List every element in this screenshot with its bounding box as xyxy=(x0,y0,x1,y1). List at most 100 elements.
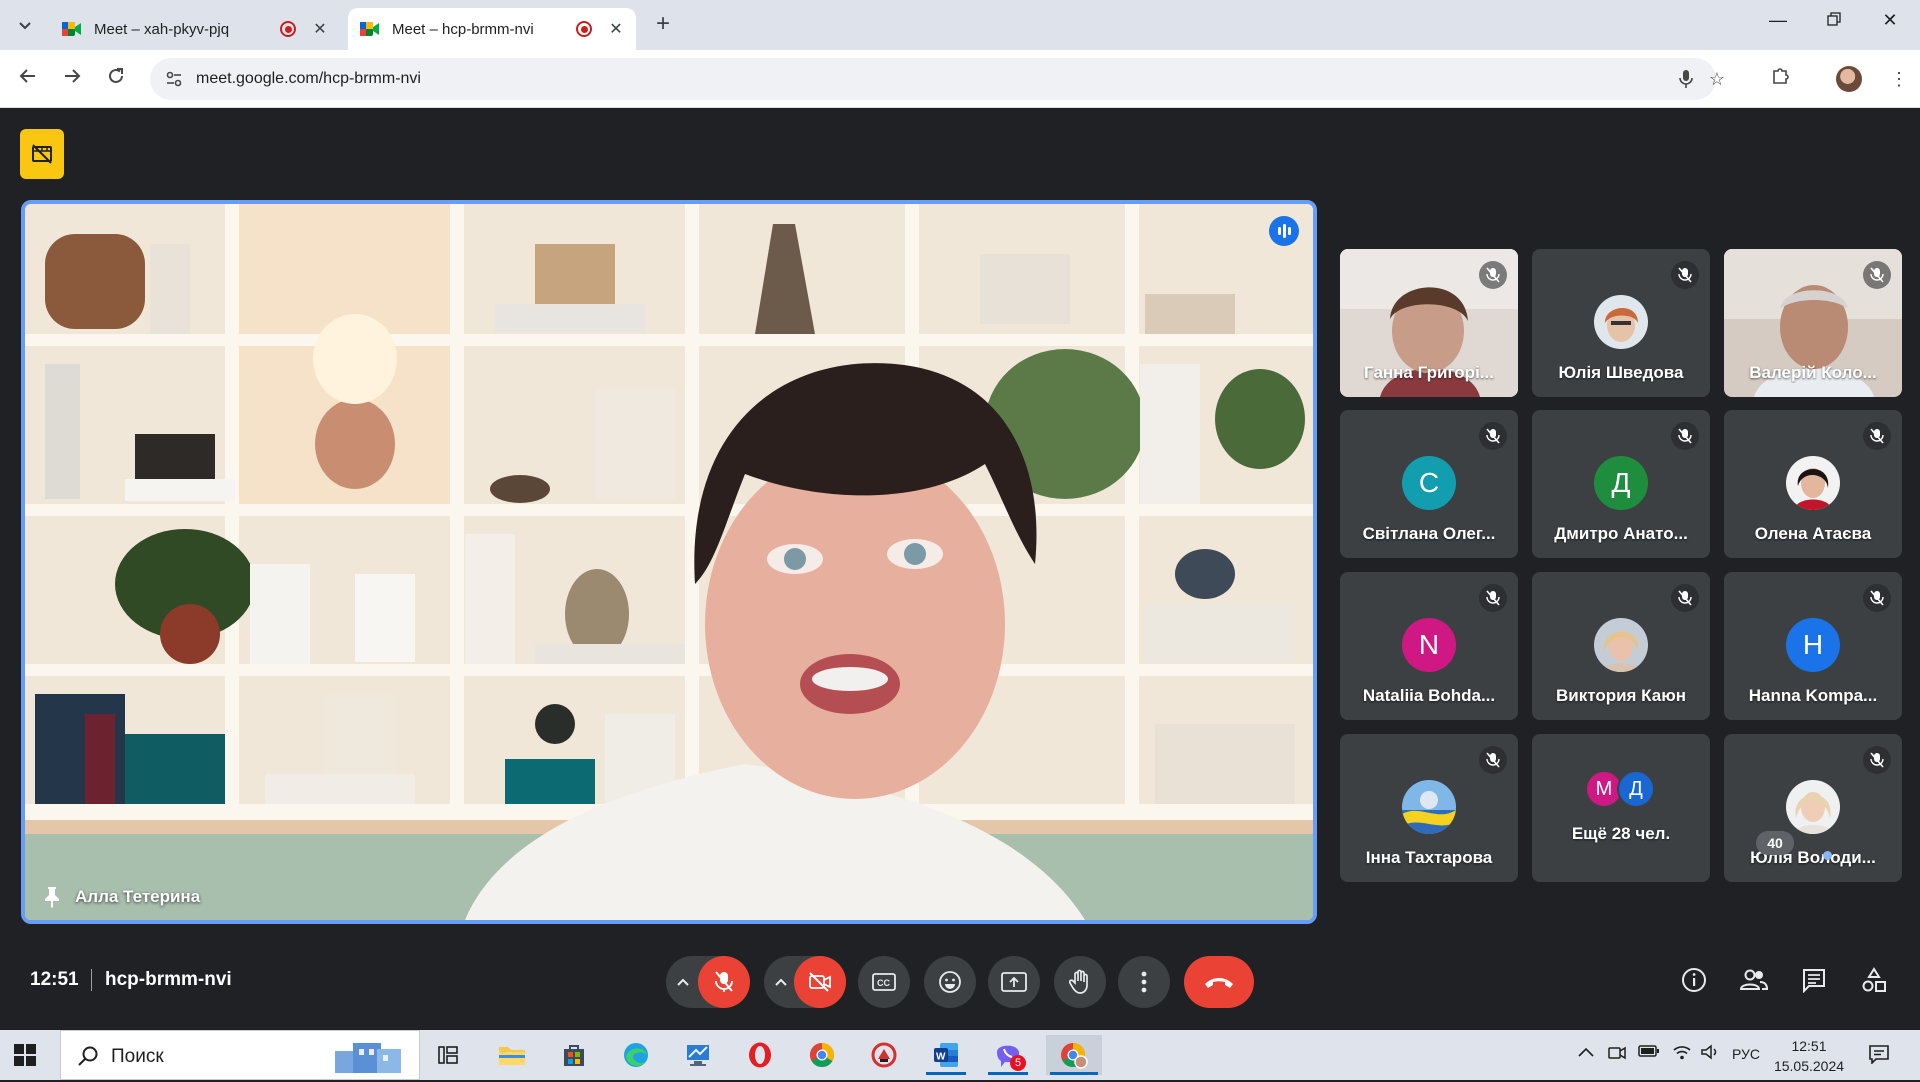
raise-hand-icon xyxy=(1069,969,1088,994)
new-tab-button[interactable]: + xyxy=(650,12,676,38)
close-tab-icon[interactable]: ✕ xyxy=(608,19,624,39)
more-participants-tile[interactable]: М Д Ещё 28 чел. xyxy=(1532,734,1710,882)
raise-hand-button[interactable] xyxy=(1054,956,1106,1008)
forward-button[interactable] xyxy=(57,64,87,94)
volume-icon[interactable] xyxy=(1700,1044,1720,1063)
microsoft-store-icon[interactable] xyxy=(550,1035,598,1075)
main-speaker-video[interactable]: Алла Тетерина xyxy=(21,200,1317,924)
people-button[interactable] xyxy=(1732,958,1776,1002)
participant-initial: H xyxy=(1786,618,1840,672)
chat-notification-dot xyxy=(1823,851,1832,860)
tab-meet-hcp-brmm-nvi[interactable]: Meet – hcp-brmm-nvi ✕ xyxy=(348,8,636,50)
battery-icon[interactable] xyxy=(1638,1044,1660,1061)
participant-count-badge: 40 xyxy=(1756,831,1794,855)
chat-button[interactable] xyxy=(1792,958,1836,1002)
edge-browser-icon[interactable] xyxy=(612,1035,660,1075)
main-speaker-name: Алла Тетерина xyxy=(75,887,201,906)
microsoft-word-icon[interactable]: W xyxy=(922,1035,970,1075)
participant-name: Юлія Шведова xyxy=(1558,363,1684,382)
more-participants-label: Ещё 28 чел. xyxy=(1571,824,1671,843)
participant-tile[interactable]: Д Дмитро Анато... xyxy=(1532,410,1710,558)
main-speaker-label: Алла Тетерина xyxy=(43,886,200,908)
recording-icon xyxy=(576,21,592,37)
input-language[interactable]: РУС xyxy=(1732,1046,1760,1062)
mic-off-icon xyxy=(1863,422,1891,450)
recording-indicator[interactable] xyxy=(20,129,64,179)
meet-now-icon[interactable] xyxy=(1608,1044,1626,1065)
site-settings-icon[interactable] xyxy=(164,69,184,89)
pin-icon[interactable] xyxy=(43,886,61,908)
present-screen-button[interactable] xyxy=(988,956,1040,1008)
speaker-video-frame xyxy=(25,204,1313,920)
mic-off-icon xyxy=(1479,422,1507,450)
profile-avatar[interactable] xyxy=(1836,66,1862,92)
recording-icon xyxy=(280,21,296,37)
restore-icon xyxy=(1827,12,1841,26)
chrome-profile-icon[interactable] xyxy=(1046,1035,1102,1075)
participant-tile[interactable]: Валерій Коло... xyxy=(1724,249,1902,397)
viber-icon[interactable]: 5 xyxy=(984,1035,1032,1075)
participant-tile[interactable]: N Nataliia Bohda... xyxy=(1340,572,1518,720)
tab-search-button[interactable] xyxy=(10,10,40,40)
participant-name: Олена Атаєва xyxy=(1754,524,1872,543)
participant-name: Ганна Григорі... xyxy=(1364,363,1494,382)
participant-tile[interactable]: С Світлана Олег... xyxy=(1340,410,1518,558)
meeting-details-button[interactable] xyxy=(1672,958,1716,1002)
chrome-browser-icon[interactable] xyxy=(798,1035,846,1075)
close-tab-icon[interactable]: ✕ xyxy=(312,19,328,39)
windows-start-icon[interactable] xyxy=(14,1044,36,1066)
meeting-time: 12:51 xyxy=(30,969,79,990)
captions-button[interactable]: CC xyxy=(858,956,910,1008)
address-bar[interactable]: meet.google.com/hcp-brmm-nvi xyxy=(150,58,1716,100)
participant-tile[interactable]: Виктория Каюн xyxy=(1532,572,1710,720)
leave-call-button[interactable] xyxy=(1184,956,1254,1008)
wifi-icon[interactable] xyxy=(1672,1044,1692,1063)
participant-name: Nataliia Bohda... xyxy=(1362,686,1496,705)
clock-date: 15.05.2024 xyxy=(1773,1058,1845,1074)
participant-tile[interactable]: Інна Тахтарова xyxy=(1340,734,1518,882)
tab-title: Meet – xah-pkyv-pjq xyxy=(94,20,230,38)
participant-tile[interactable]: Юлія Шведова xyxy=(1532,249,1710,397)
close-window-button[interactable]: ✕ xyxy=(1870,10,1910,31)
minimize-button[interactable]: — xyxy=(1758,10,1798,31)
reactions-button[interactable] xyxy=(924,956,976,1008)
camera-toggle-button[interactable] xyxy=(794,956,846,1008)
chevron-up-icon xyxy=(677,978,689,986)
tab-title: Meet – hcp-brmm-nvi xyxy=(392,20,534,38)
browser-menu-icon[interactable]: ⋮ xyxy=(1884,64,1914,94)
bookmark-star-icon[interactable]: ☆ xyxy=(1702,64,1732,94)
back-button[interactable] xyxy=(13,64,43,94)
show-hidden-icons[interactable] xyxy=(1578,1044,1594,1060)
system-clock[interactable]: 12:51 15.05.2024 xyxy=(1764,1036,1854,1076)
mic-off-icon xyxy=(1479,584,1507,612)
task-view-icon[interactable] xyxy=(426,1035,474,1075)
notifications-icon[interactable] xyxy=(1868,1044,1890,1067)
participant-tile[interactable]: H Hanna Kompa... xyxy=(1724,572,1902,720)
present-screen-icon xyxy=(1001,972,1027,992)
participant-avatar xyxy=(1402,780,1456,834)
anydesk-icon[interactable] xyxy=(860,1035,908,1075)
participant-tile[interactable]: Олена Атаєва xyxy=(1724,410,1902,558)
search-highlight-icon xyxy=(329,1037,407,1077)
mic-off-icon xyxy=(1671,584,1699,612)
microphone-icon[interactable] xyxy=(1676,69,1696,89)
taskbar-search-box[interactable]: Поиск xyxy=(60,1030,420,1080)
audio-options-button[interactable] xyxy=(668,956,698,1008)
mic-off-icon xyxy=(1863,261,1891,289)
opera-browser-icon[interactable] xyxy=(736,1035,784,1075)
file-explorer-icon[interactable] xyxy=(488,1035,536,1075)
activities-button[interactable] xyxy=(1852,958,1896,1002)
tab-meet-xah-pkyv-pjq[interactable]: Meet – xah-pkyv-pjq ✕ xyxy=(50,8,340,50)
svg-text:W: W xyxy=(936,1052,946,1063)
mic-off-icon xyxy=(1863,746,1891,774)
more-options-button[interactable] xyxy=(1118,956,1170,1008)
restore-button[interactable] xyxy=(1814,10,1854,31)
video-options-button[interactable] xyxy=(766,956,796,1008)
reload-button[interactable] xyxy=(101,64,131,94)
windows-taskbar: Поиск W 5 РУС 12:51 15.05.2024 xyxy=(0,1030,1920,1080)
extensions-icon[interactable] xyxy=(1766,64,1796,94)
microphone-toggle-button[interactable] xyxy=(698,956,750,1008)
desktop-app-icon[interactable] xyxy=(674,1035,722,1075)
participant-tile[interactable]: Юлія Володи... xyxy=(1724,734,1902,882)
participant-tile[interactable]: Ганна Григорі... xyxy=(1340,249,1518,397)
